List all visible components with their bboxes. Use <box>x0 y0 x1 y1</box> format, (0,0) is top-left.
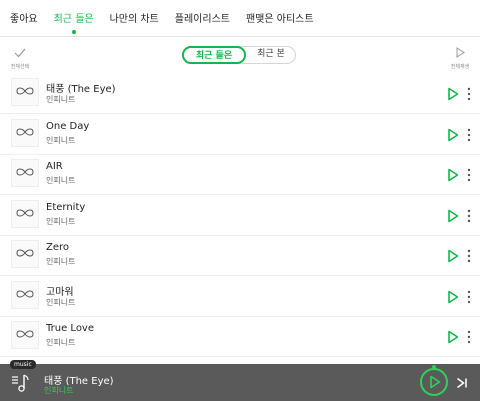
infinite-logo-icon <box>16 128 34 136</box>
play-icon[interactable] <box>447 290 459 304</box>
song-row[interactable]: Zero 인피니트 <box>0 236 480 276</box>
song-title: AIR <box>46 161 63 172</box>
more-options-icon[interactable] <box>466 127 472 143</box>
play-outline-icon <box>456 47 465 58</box>
album-art <box>11 281 39 309</box>
album-art <box>11 78 39 106</box>
play-icon[interactable] <box>447 87 459 101</box>
mini-player[interactable]: 태풍 (The Eye) 인피니트 <box>0 364 480 401</box>
album-art <box>11 321 39 349</box>
song-artist: 인피니트 <box>46 217 76 226</box>
song-title: Eternity <box>46 202 86 213</box>
music-badge: music <box>10 360 36 369</box>
song-row[interactable]: One Day 인피니트 <box>0 115 480 155</box>
song-artist: 인피니트 <box>46 298 76 307</box>
play-icon[interactable] <box>447 330 459 344</box>
song-title: One Day <box>46 121 90 132</box>
category-tabs: 좋아요 최근 들은 나만의 차트 플레이리스트 팬맺은 아티스트 <box>0 6 480 36</box>
song-title: True Love <box>46 323 95 334</box>
now-playing-artist: 인피니트 <box>44 386 74 395</box>
tab-likes[interactable]: 좋아요 <box>10 6 38 36</box>
play-all-button[interactable]: 전체재생 <box>446 43 474 70</box>
infinite-logo-icon <box>16 209 34 217</box>
recent-segment-control: 최근 들은 최근 본 <box>182 46 296 64</box>
tab-playlists[interactable]: 플레이리스트 <box>175 6 230 36</box>
song-row[interactable]: True Love 인피니트 <box>0 317 480 357</box>
more-options-icon[interactable] <box>466 86 472 102</box>
song-artist: 인피니트 <box>46 95 76 104</box>
select-all-label: 전체선택 <box>10 64 30 70</box>
song-artist: 인피니트 <box>46 176 76 185</box>
play-icon[interactable] <box>447 249 459 263</box>
album-art <box>11 200 39 228</box>
infinite-logo-icon <box>16 330 34 338</box>
song-row[interactable]: Eternity 인피니트 <box>0 196 480 236</box>
album-art <box>11 159 39 187</box>
select-all-button[interactable]: 전체선택 <box>6 43 34 70</box>
check-icon <box>14 48 26 58</box>
more-options-icon[interactable] <box>466 329 472 345</box>
song-artist: 인피니트 <box>46 257 76 266</box>
song-artist: 인피니트 <box>46 136 76 145</box>
segment-recently-played[interactable]: 최근 들은 <box>182 46 246 64</box>
play-icon[interactable] <box>447 128 459 142</box>
song-row[interactable]: 태풍 (The Eye) 인피니트 <box>0 74 480 114</box>
song-row[interactable]: AIR 인피니트 <box>0 155 480 195</box>
more-options-icon[interactable] <box>466 208 472 224</box>
more-options-icon[interactable] <box>466 167 472 183</box>
song-title: 태풍 (The Eye) <box>46 84 116 95</box>
play-icon <box>430 375 441 389</box>
album-art <box>11 240 39 268</box>
tab-my-chart[interactable]: 나만의 차트 <box>110 6 159 36</box>
infinite-logo-icon <box>16 290 34 298</box>
music-note-icon[interactable] <box>12 373 30 393</box>
tab-fan-artists[interactable]: 팬맺은 아티스트 <box>246 6 314 36</box>
song-title: Zero <box>46 242 70 253</box>
infinite-logo-icon <box>16 168 34 176</box>
play-icon[interactable] <box>447 168 459 182</box>
song-title: 고마워 <box>46 287 74 298</box>
list-controls: 전체선택 최근 들은 최근 본 전체재생 <box>0 37 480 74</box>
song-row[interactable]: 고마워 인피니트 <box>0 277 480 317</box>
infinite-logo-icon <box>16 249 34 257</box>
segment-recently-viewed[interactable]: 최근 본 <box>245 46 297 64</box>
more-options-icon[interactable] <box>466 248 472 264</box>
infinite-logo-icon <box>16 87 34 95</box>
play-icon[interactable] <box>447 209 459 223</box>
player-play-button[interactable] <box>420 368 448 396</box>
more-options-icon[interactable] <box>466 289 472 305</box>
album-art <box>11 119 39 147</box>
tab-recently-played[interactable]: 최근 들은 <box>54 6 94 36</box>
next-track-icon[interactable] <box>456 377 468 389</box>
play-all-label: 전체재생 <box>450 64 470 70</box>
song-list: 태풍 (The Eye) 인피니트 One Day 인피니트 AIR 인피니트 … <box>0 74 480 364</box>
song-artist: 인피니트 <box>46 338 76 347</box>
